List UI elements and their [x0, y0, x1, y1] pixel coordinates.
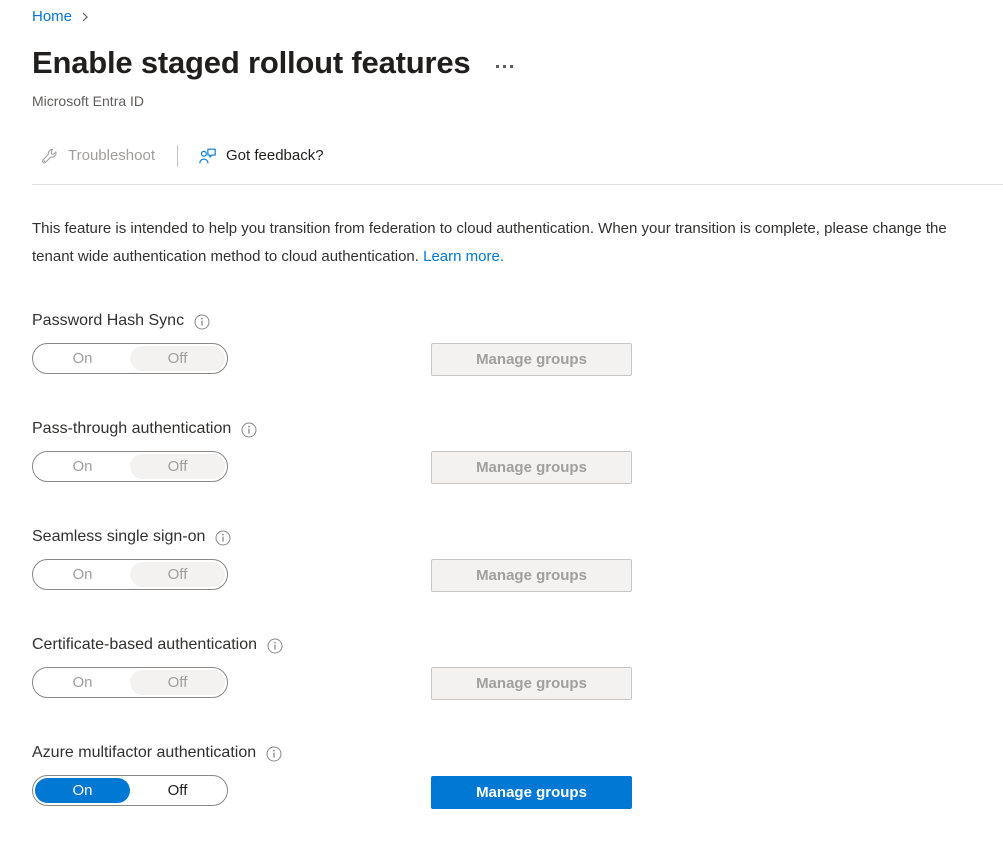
toggle-option-on[interactable]: On [35, 778, 130, 803]
command-bar: Troubleshoot Got feedback? [32, 137, 334, 175]
feature-label: Certificate-based authentication [32, 634, 257, 656]
manage-groups-button[interactable]: Manage groups [431, 343, 632, 376]
feature-toggle[interactable]: On Off [32, 451, 228, 482]
feature-toggle[interactable]: On Off [32, 775, 228, 806]
breadcrumb-item-home[interactable]: Home [32, 6, 72, 28]
troubleshoot-label: Troubleshoot [68, 146, 155, 166]
info-icon[interactable] [267, 638, 283, 654]
page-title: Enable staged rollout features [32, 43, 470, 83]
feature-row: Azure multifactor authentication On Off … [0, 742, 1003, 850]
toggle-option-off[interactable]: Off [130, 562, 225, 587]
manage-groups-button[interactable]: Manage groups [431, 451, 632, 484]
toggle-option-off[interactable]: Off [130, 346, 225, 371]
command-bar-divider [32, 184, 1003, 185]
manage-groups-button[interactable]: Manage groups [431, 559, 632, 592]
feedback-person-icon [198, 147, 217, 166]
page-header: Enable staged rollout features [32, 43, 517, 83]
feature-label: Azure multifactor authentication [32, 742, 256, 764]
ellipsis-dot [510, 65, 513, 68]
toggle-option-on[interactable]: On [35, 670, 130, 695]
ellipsis-dot [496, 65, 499, 68]
feature-label: Password Hash Sync [32, 310, 184, 332]
manage-groups-button[interactable]: Manage groups [431, 667, 632, 700]
manage-groups-button[interactable]: Manage groups [431, 776, 632, 809]
info-icon[interactable] [241, 422, 257, 438]
feature-row: Password Hash Sync On Off Manage groups [0, 310, 1003, 418]
command-bar-separator [177, 145, 178, 167]
wrench-icon [40, 147, 59, 166]
feature-row: Pass-through authentication On Off Manag… [0, 418, 1003, 526]
toggle-option-off[interactable]: Off [130, 670, 225, 695]
toggle-option-on[interactable]: On [35, 562, 130, 587]
more-options-button[interactable] [492, 59, 517, 74]
learn-more-link[interactable]: Learn more. [423, 248, 504, 265]
got-feedback-label: Got feedback? [226, 146, 324, 166]
ellipsis-dot [503, 65, 506, 68]
feature-toggle[interactable]: On Off [32, 343, 228, 374]
feature-toggle[interactable]: On Off [32, 559, 228, 590]
feature-label-line: Pass-through authentication [32, 418, 257, 440]
feature-row: Seamless single sign-on On Off Manage gr… [0, 526, 1003, 634]
feature-list: Password Hash Sync On Off Manage groups … [0, 310, 1003, 850]
info-icon[interactable] [215, 530, 231, 546]
page-subtitle: Microsoft Entra ID [32, 91, 144, 111]
feature-row: Certificate-based authentication On Off … [0, 634, 1003, 742]
got-feedback-button[interactable]: Got feedback? [190, 140, 334, 172]
feature-label-line: Password Hash Sync [32, 310, 210, 332]
toggle-option-off[interactable]: Off [130, 454, 225, 479]
chevron-right-icon [80, 12, 90, 22]
feature-toggle[interactable]: On Off [32, 667, 228, 698]
breadcrumb: Home [32, 6, 90, 28]
feature-label-line: Azure multifactor authentication [32, 742, 282, 764]
feature-label-line: Seamless single sign-on [32, 526, 231, 548]
info-icon[interactable] [266, 746, 282, 762]
feature-label: Seamless single sign-on [32, 526, 205, 548]
toggle-option-on[interactable]: On [35, 454, 130, 479]
feature-label-line: Certificate-based authentication [32, 634, 283, 656]
toggle-option-off[interactable]: Off [130, 778, 225, 803]
toggle-option-on[interactable]: On [35, 346, 130, 371]
info-icon[interactable] [194, 314, 210, 330]
feature-label: Pass-through authentication [32, 418, 231, 440]
troubleshoot-button[interactable]: Troubleshoot [32, 140, 165, 172]
description-text: This feature is intended to help you tra… [32, 215, 980, 271]
